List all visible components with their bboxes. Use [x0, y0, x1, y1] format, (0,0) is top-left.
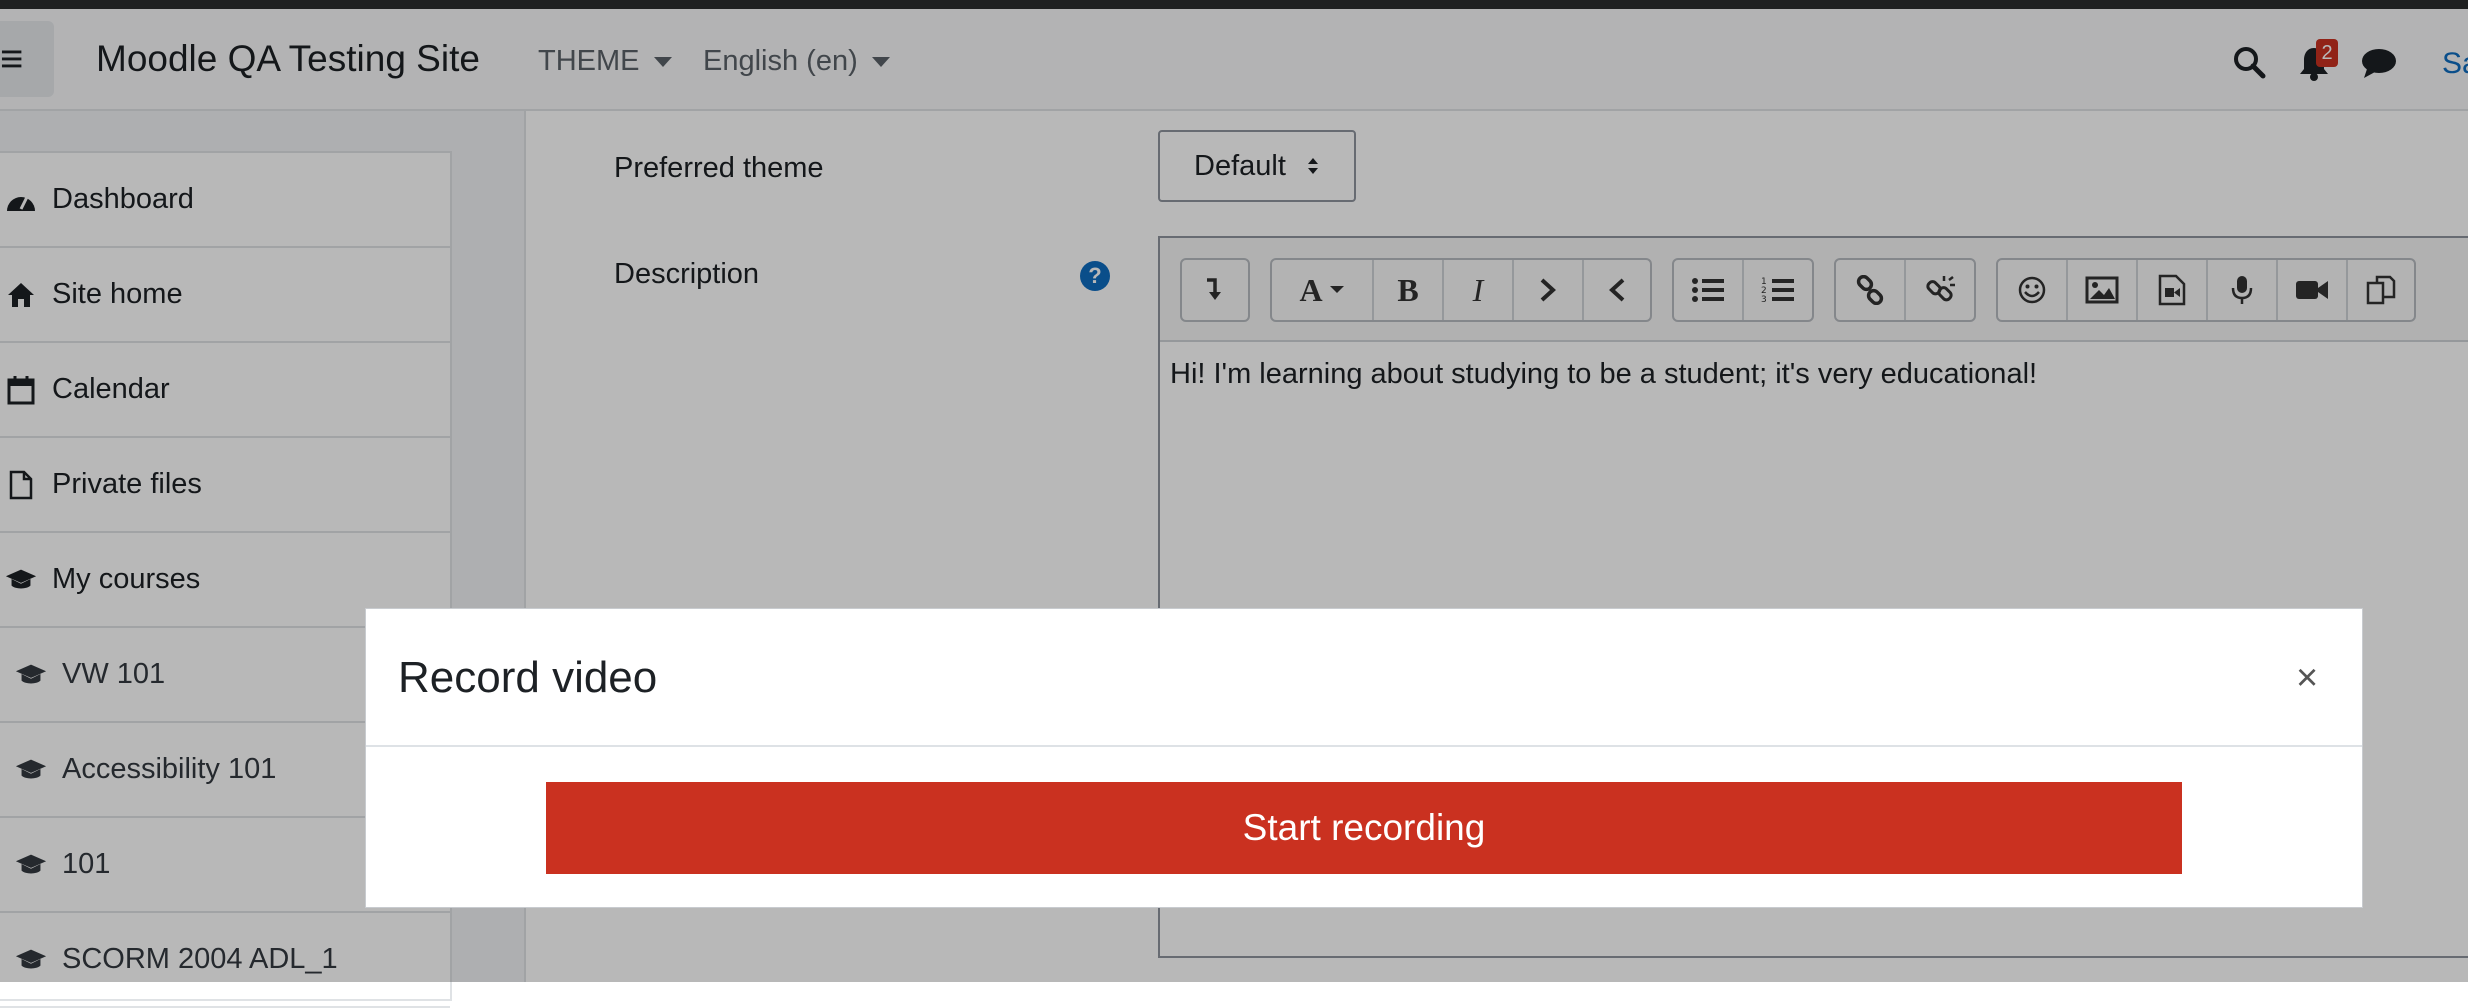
start-recording-button[interactable]: Start recording — [546, 782, 2182, 874]
modal-header: Record video × — [366, 609, 2362, 747]
record-video-dialog: Record video × Start recording — [365, 608, 2363, 908]
modal-title: Record video — [398, 653, 658, 702]
close-icon[interactable]: × — [2296, 659, 2318, 697]
